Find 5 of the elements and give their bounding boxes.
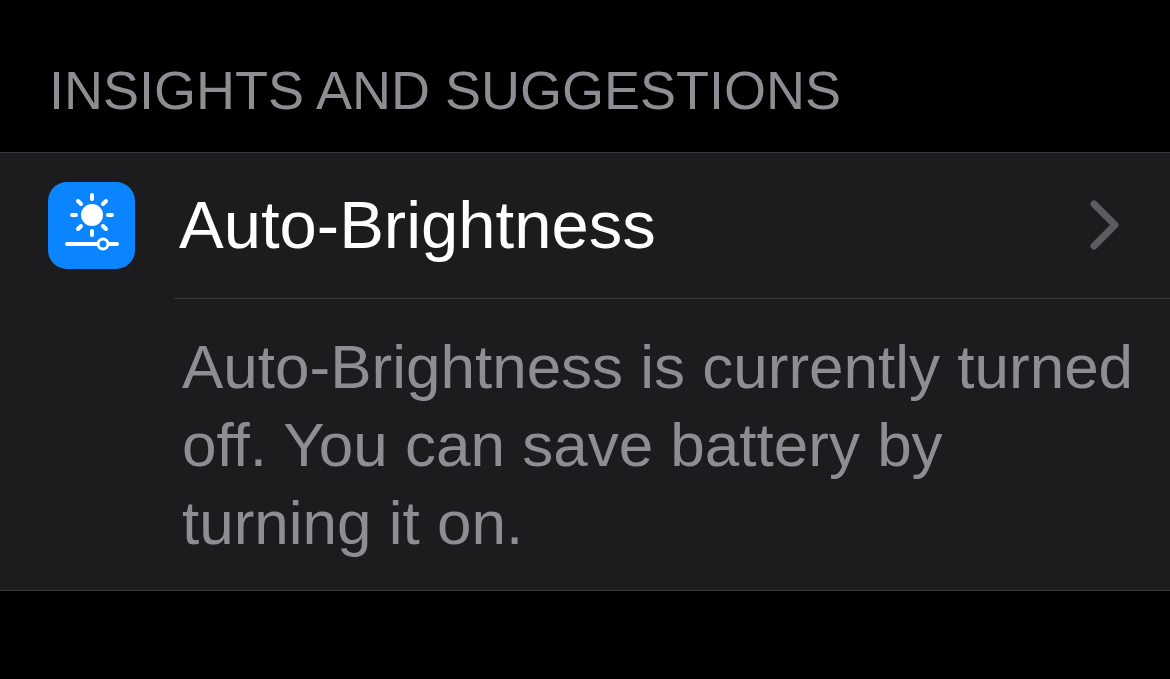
chevron-icon	[1090, 200, 1120, 250]
row-description: Auto-Brightness is currently turned off. You can save battery by turning it on.	[181, 331, 1135, 559]
section-header: INSIGHTS AND SUGGESTIONS	[49, 60, 842, 120]
brightness-slider-icon	[48, 182, 135, 269]
row-title[interactable]: Auto-Brightness	[179, 185, 1090, 265]
